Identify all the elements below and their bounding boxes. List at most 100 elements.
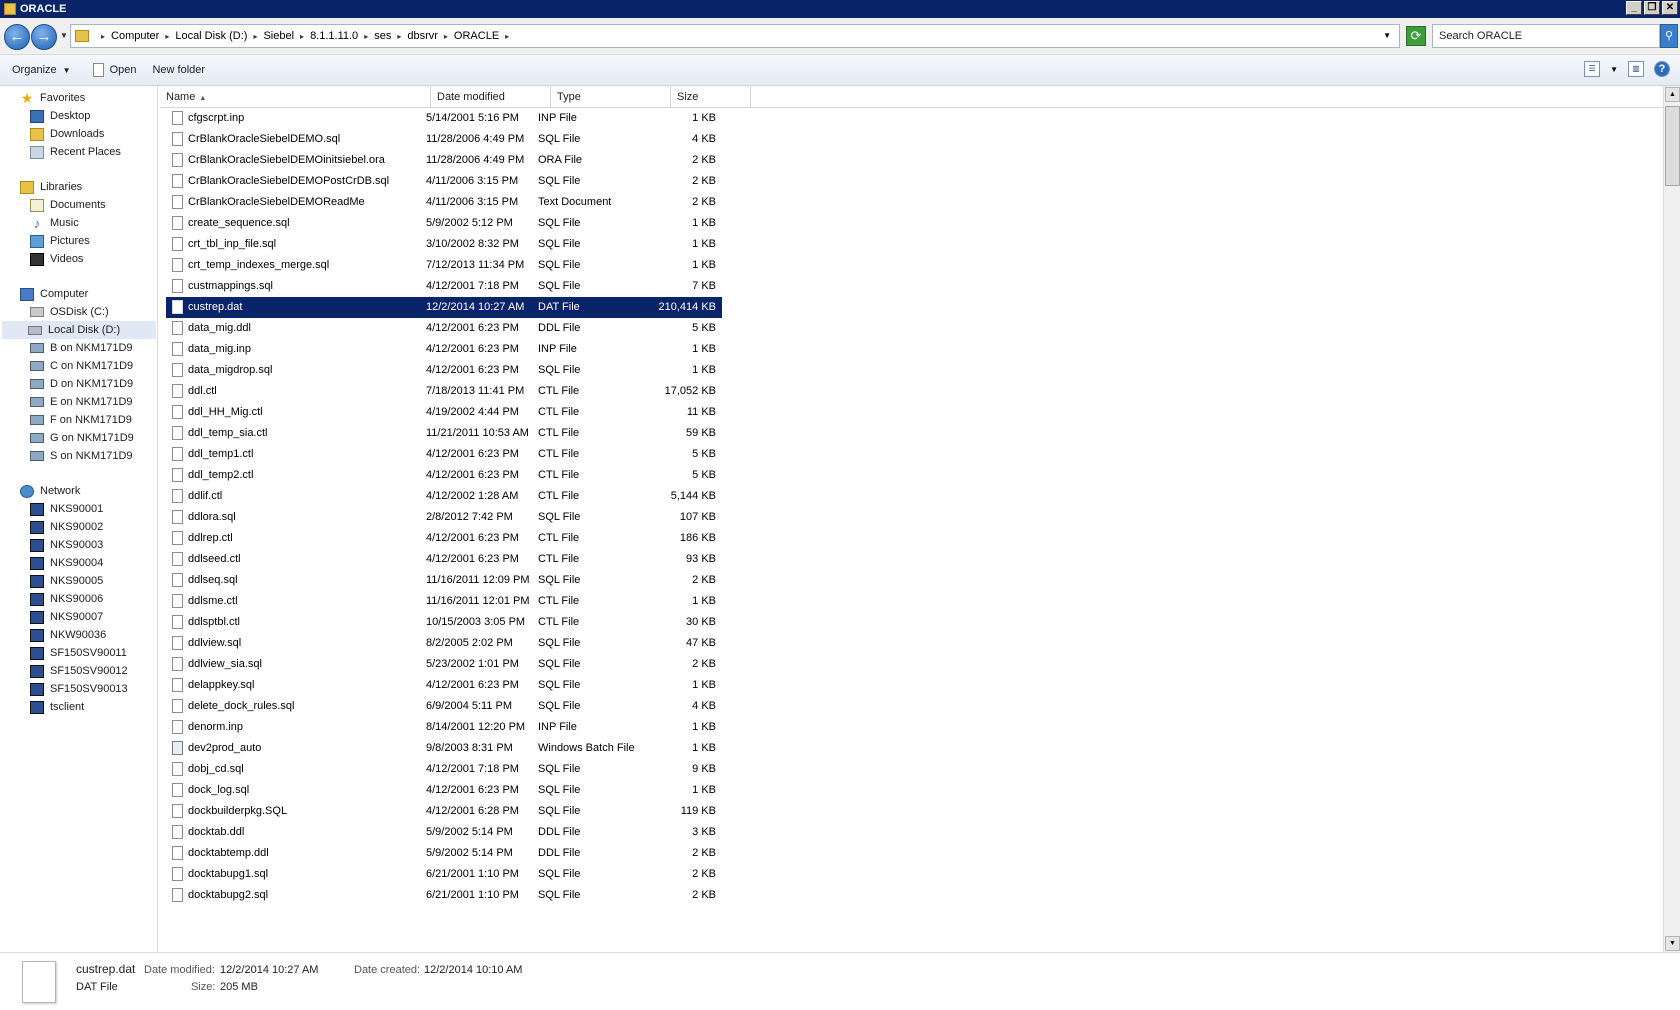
- nav-network-drive[interactable]: S on NKM171D9: [30, 447, 133, 465]
- table-row[interactable]: dockbuilderpkg.SQL 4/12/2001 6:28 PM SQL F…: [166, 801, 722, 822]
- nav-network-computer[interactable]: SF150SV90013: [30, 680, 128, 698]
- table-row[interactable]: create_sequence.sql 5/9/2002 5:12 PM SQL F…: [166, 213, 722, 234]
- nav-network-computer[interactable]: NKS90005: [30, 572, 103, 590]
- table-row[interactable]: custrep.dat 12/2/2014 10:27 AM DAT File 210…: [166, 297, 722, 318]
- address-dropdown-icon[interactable]: ▼: [1383, 31, 1391, 40]
- preview-pane-icon[interactable]: ▥: [1628, 61, 1644, 77]
- breadcrumb-item[interactable]: 8.1.1.11.0: [310, 30, 358, 42]
- nav-network-computer[interactable]: NKS90007: [30, 608, 103, 626]
- nav-network-computer[interactable]: SF150SV90012: [30, 662, 128, 680]
- nav-desktop[interactable]: Desktop: [30, 107, 90, 125]
- table-row[interactable]: ddlrep.ctl 4/12/2001 6:23 PM CTL File 186 K…: [166, 528, 722, 549]
- table-row[interactable]: ddlseed.ctl 4/12/2001 6:23 PM CTL File 93 K…: [166, 549, 722, 570]
- table-row[interactable]: ddlif.ctl 4/12/2002 1:28 AM CTL File 5,144 …: [166, 486, 722, 507]
- nav-network-computer[interactable]: NKS90002: [30, 518, 103, 536]
- table-row[interactable]: delappkey.sql 4/12/2001 6:23 PM SQL File 1 …: [166, 675, 722, 696]
- nav-network-computer[interactable]: NKS90006: [30, 590, 103, 608]
- close-button[interactable]: ✕: [1662, 1, 1678, 15]
- refresh-button[interactable]: ⟳: [1406, 26, 1426, 46]
- table-row[interactable]: docktab.ddl 5/9/2002 5:14 PM DDL File 3 KB: [166, 822, 722, 843]
- nav-favorites[interactable]: ★ Favorites: [20, 89, 86, 107]
- scroll-thumb[interactable]: [1665, 106, 1680, 186]
- nav-documents[interactable]: Documents: [30, 196, 106, 214]
- table-row[interactable]: ddlsme.ctl 11/16/2011 12:01 PM CTL File 1 K…: [166, 591, 722, 612]
- search-icon[interactable]: ⚲: [1660, 24, 1678, 48]
- chevron-right-icon[interactable]: ▸: [505, 32, 509, 41]
- table-row[interactable]: ddl_temp_sia.ctl 11/21/2011 10:53 AM CTL F…: [166, 423, 722, 444]
- column-header-type[interactable]: Type: [551, 86, 671, 108]
- chevron-right-icon[interactable]: ▸: [253, 32, 257, 41]
- column-header-name[interactable]: Name ▲: [160, 86, 431, 108]
- nav-recent-places[interactable]: Recent Places: [30, 143, 121, 161]
- table-row[interactable]: dobj_cd.sql 4/12/2001 7:18 PM SQL File 9 KB: [166, 759, 722, 780]
- table-row[interactable]: ddl_HH_Mig.ctl 4/19/2002 4:44 PM CTL File 1…: [166, 402, 722, 423]
- breadcrumb[interactable]: ▸ Computer ▸ Local Disk (D:) ▸ Siebel ▸ …: [70, 24, 1400, 48]
- table-row[interactable]: cfgscrpt.inp 5/14/2001 5:16 PM INP File 1 K…: [166, 108, 722, 129]
- table-row[interactable]: data_migdrop.sql 4/12/2001 6:23 PM SQL Fil…: [166, 360, 722, 381]
- breadcrumb-item[interactable]: ORACLE: [454, 30, 499, 42]
- scroll-down-icon[interactable]: ▼: [1665, 936, 1680, 951]
- breadcrumb-item[interactable]: ses: [374, 30, 391, 42]
- table-row[interactable]: delete_dock_rules.sql 6/9/2004 5:11 PM SQL…: [166, 696, 722, 717]
- nav-network-drive[interactable]: E on NKM171D9: [30, 393, 133, 411]
- nav-network-computer[interactable]: tsclient: [30, 698, 84, 716]
- nav-computer[interactable]: Computer: [20, 285, 88, 303]
- table-row[interactable]: CrBlankOracleSiebelDEMOPostCrDB.sql 4/11/…: [166, 171, 722, 192]
- table-row[interactable]: ddlora.sql 2/8/2012 7:42 PM SQL File 107 KB: [166, 507, 722, 528]
- table-row[interactable]: docktabupg1.sql 6/21/2001 1:10 PM SQL File…: [166, 864, 722, 885]
- nav-network-drive[interactable]: G on NKM171D9: [30, 429, 134, 447]
- chevron-right-icon[interactable]: ▸: [397, 32, 401, 41]
- restore-button[interactable]: ❐: [1644, 1, 1660, 15]
- nav-music[interactable]: ♪ Music: [30, 214, 79, 232]
- chevron-right-icon[interactable]: ▸: [444, 32, 448, 41]
- table-row[interactable]: denorm.inp 8/14/2001 12:20 PM INP File 1 KB: [166, 717, 722, 738]
- nav-local-disk-d[interactable]: Local Disk (D:): [2, 321, 156, 339]
- nav-network-computer[interactable]: SF150SV90011: [30, 644, 127, 662]
- forward-button[interactable]: →: [31, 24, 57, 50]
- table-row[interactable]: ddl_temp2.ctl 4/12/2001 6:23 PM CTL File 5 …: [166, 465, 722, 486]
- new-folder-button[interactable]: New folder: [152, 64, 205, 76]
- nav-network-computer[interactable]: NKS90004: [30, 554, 103, 572]
- chevron-right-icon[interactable]: ▸: [101, 32, 105, 41]
- table-row[interactable]: CrBlankOracleSiebelDEMO.sql 11/28/2006 4:…: [166, 129, 722, 150]
- chevron-right-icon[interactable]: ▸: [300, 32, 304, 41]
- table-row[interactable]: crt_tbl_inp_file.sql 3/10/2002 8:32 PM SQL…: [166, 234, 722, 255]
- table-row[interactable]: ddlsptbl.ctl 10/15/2003 3:05 PM CTL File 30…: [166, 612, 722, 633]
- back-button[interactable]: ←: [4, 24, 30, 50]
- table-row[interactable]: ddl.ctl 7/18/2013 11:41 PM CTL File 17,052 …: [166, 381, 722, 402]
- chevron-down-icon[interactable]: ▼: [1610, 65, 1618, 74]
- table-row[interactable]: ddlview_sia.sql 5/23/2002 1:01 PM SQL File…: [166, 654, 722, 675]
- vertical-scrollbar[interactable]: ▲ ▼: [1663, 86, 1680, 952]
- nav-network-computer[interactable]: NKS90003: [30, 536, 103, 554]
- table-row[interactable]: custmappings.sql 4/12/2001 7:18 PM SQL Fil…: [166, 276, 722, 297]
- table-row[interactable]: data_mig.inp 4/12/2001 6:23 PM INP File 1 K…: [166, 339, 722, 360]
- breadcrumb-item[interactable]: Computer: [111, 30, 159, 42]
- nav-libraries[interactable]: Libraries: [20, 178, 82, 196]
- table-row[interactable]: ddl_temp1.ctl 4/12/2001 6:23 PM CTL File 5 …: [166, 444, 722, 465]
- nav-network-drive[interactable]: F on NKM171D9: [30, 411, 132, 429]
- minimize-button[interactable]: _: [1626, 1, 1642, 15]
- nav-network[interactable]: Network: [20, 482, 80, 500]
- breadcrumb-item[interactable]: Siebel: [263, 30, 294, 42]
- view-options-icon[interactable]: ☰: [1584, 61, 1601, 77]
- table-row[interactable]: docktabtemp.ddl 5/9/2002 5:14 PM DDL File 2…: [166, 843, 722, 864]
- nav-osdisk-c[interactable]: OSDisk (C:): [30, 303, 109, 321]
- column-header-date[interactable]: Date modified: [431, 86, 551, 108]
- breadcrumb-item[interactable]: Local Disk (D:): [175, 30, 247, 42]
- chevron-right-icon[interactable]: ▸: [165, 32, 169, 41]
- table-row[interactable]: crt_temp_indexes_merge.sql 7/12/2013 11:3…: [166, 255, 722, 276]
- nav-network-drive[interactable]: C on NKM171D9: [30, 357, 133, 375]
- table-row[interactable]: dev2prod_auto 9/8/2003 8:31 PM Windows Bat…: [166, 738, 722, 759]
- nav-network-computer[interactable]: NKW90036: [30, 626, 106, 644]
- table-row[interactable]: ddlseq.sql 11/16/2011 12:09 PM SQL File 2 K…: [166, 570, 722, 591]
- help-icon[interactable]: ?: [1654, 61, 1670, 77]
- nav-network-drive[interactable]: D on NKM171D9: [30, 375, 133, 393]
- nav-pictures[interactable]: Pictures: [30, 232, 90, 250]
- organize-button[interactable]: Organize ▼: [12, 64, 71, 76]
- breadcrumb-item[interactable]: dbsrvr: [407, 30, 438, 42]
- search-input[interactable]: Search ORACLE: [1432, 24, 1660, 48]
- open-button[interactable]: Open: [92, 63, 136, 77]
- table-row[interactable]: CrBlankOracleSiebelDEMOinitsiebel.ora 11/…: [166, 150, 722, 171]
- nav-network-computer[interactable]: NKS90001: [30, 500, 103, 518]
- table-row[interactable]: ddlview.sql 8/2/2005 2:02 PM SQL File 47 KB: [166, 633, 722, 654]
